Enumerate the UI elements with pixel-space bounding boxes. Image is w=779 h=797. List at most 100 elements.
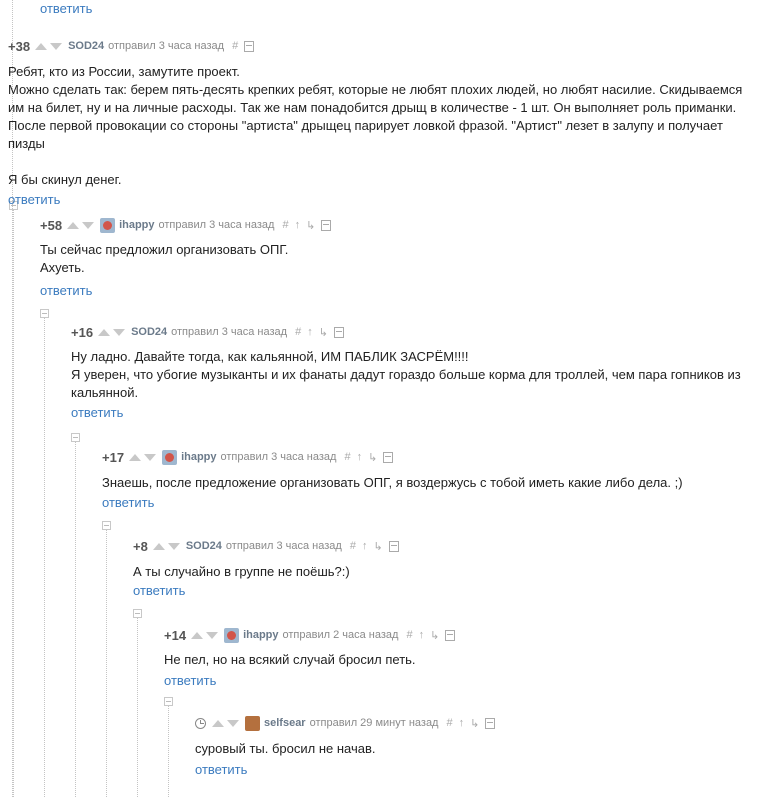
comment-text: Можно сделать так: берем пять-десять кре…: [8, 82, 743, 151]
thread-line: [13, 210, 14, 797]
reply-link[interactable]: ответить: [102, 495, 765, 510]
save-icon[interactable]: [321, 219, 332, 231]
comment: +38 SOD24 отправил 3 часа назад # Ребят,…: [8, 37, 765, 208]
comment-score: +16: [71, 324, 94, 340]
reply-link[interactable]: ответить: [8, 192, 765, 207]
comment-author[interactable]: ihappy: [243, 629, 278, 641]
avatar[interactable]: [245, 715, 260, 731]
comment-header: +8 SOD24 отправил 3 часа назад # ↑ ↳: [133, 537, 765, 555]
comment-score: +14: [164, 627, 187, 643]
hash-link-icon[interactable]: #: [406, 629, 412, 641]
upvote-icon[interactable]: [67, 221, 80, 229]
comment-header: selfsear отправил 29 минут назад # ↑ ↳: [195, 714, 765, 732]
comment-header: +58 ihappy отправил 3 часа назад # ↑ ↳: [40, 216, 765, 234]
comment-author[interactable]: SOD24: [186, 540, 222, 552]
comment-timestamp: отправил 3 часа назад: [108, 40, 225, 52]
downvote-icon[interactable]: [50, 42, 63, 50]
comment-text: Не пел, но на всякий случай бросил петь.: [164, 652, 416, 667]
comment-score: +58: [40, 217, 63, 233]
comment-text: Ахуеть.: [40, 260, 85, 275]
comment-body: Ну ладно. Давайте тогда, как кальянной, …: [71, 348, 765, 402]
avatar[interactable]: [224, 627, 240, 643]
reply-link[interactable]: ответить: [195, 762, 765, 777]
comment-text: Ребят, кто из России, замутите проект.: [8, 64, 240, 79]
hash-link-icon[interactable]: #: [446, 717, 452, 729]
comment-timestamp: отправил 2 часа назад: [282, 629, 399, 641]
comment-author[interactable]: SOD24: [68, 40, 104, 52]
comment-author[interactable]: ihappy: [181, 451, 216, 463]
branch-icon[interactable]: ↳: [430, 629, 439, 642]
comment-text: Знаешь, после предложение организовать О…: [102, 475, 683, 490]
comment-author[interactable]: selfsear: [264, 717, 306, 729]
comment-timestamp: отправил 3 часа назад: [225, 540, 342, 552]
comment-text: А ты случайно в группе не поёшь?:): [133, 564, 350, 579]
comment-text: Ты сейчас предложил организовать ОПГ.: [40, 242, 289, 257]
collapse-icon[interactable]: [40, 309, 49, 318]
comment-text: Ну ладно. Давайте тогда, как кальянной, …: [71, 349, 469, 364]
reply-link[interactable]: ответить: [133, 583, 765, 598]
save-icon[interactable]: [244, 40, 255, 52]
hash-link-icon[interactable]: #: [282, 219, 288, 231]
hash-link-icon[interactable]: #: [232, 40, 238, 52]
parent-link-icon[interactable]: ↑: [362, 540, 368, 552]
reply-link[interactable]: ответить: [164, 673, 765, 688]
upvote-icon[interactable]: [191, 631, 204, 639]
comment-timestamp: отправил 29 минут назад: [309, 717, 439, 729]
reply-link[interactable]: ответить: [40, 1, 92, 16]
hash-link-icon[interactable]: #: [350, 540, 356, 552]
downvote-icon[interactable]: [113, 328, 126, 336]
comment-body: Не пел, но на всякий случай бросил петь.: [164, 651, 765, 669]
comment-text: Я уверен, что убогие музыканты и их фана…: [71, 367, 741, 400]
parent-link-icon[interactable]: ↑: [419, 629, 425, 641]
upvote-icon[interactable]: [129, 453, 142, 461]
parent-link-icon[interactable]: ↑: [295, 219, 301, 231]
parent-link-icon[interactable]: ↑: [459, 717, 465, 729]
reply-link[interactable]: ответить: [71, 405, 765, 420]
comment-header: +14 ihappy отправил 2 часа назад # ↑ ↳: [164, 626, 765, 644]
downvote-icon[interactable]: [144, 453, 157, 461]
upvote-icon[interactable]: [35, 42, 48, 50]
collapse-icon[interactable]: [71, 433, 80, 442]
upvote-icon[interactable]: [98, 328, 111, 336]
branch-icon[interactable]: ↳: [306, 219, 315, 232]
reply-link[interactable]: ответить: [40, 283, 765, 298]
branch-icon[interactable]: ↳: [368, 451, 377, 464]
comment-text: Я бы скинул денег.: [8, 172, 122, 187]
comment-header: +17 ihappy отправил 3 часа назад # ↑ ↳: [102, 448, 765, 466]
clock-icon: [195, 717, 206, 729]
downvote-icon[interactable]: [167, 542, 180, 550]
collapse-icon[interactable]: [164, 697, 173, 706]
upvote-icon[interactable]: [152, 542, 165, 550]
comment: +14 ihappy отправил 2 часа назад # ↑ ↳ Н…: [164, 626, 765, 688]
comment-author[interactable]: SOD24: [131, 326, 167, 338]
avatar[interactable]: [162, 449, 178, 465]
branch-icon[interactable]: ↳: [319, 326, 328, 339]
parent-link-icon[interactable]: ↑: [357, 451, 363, 463]
branch-icon[interactable]: ↳: [470, 717, 479, 730]
thread-line: [44, 318, 45, 797]
hash-link-icon[interactable]: #: [295, 326, 301, 338]
comment: +8 SOD24 отправил 3 часа назад # ↑ ↳ А т…: [133, 537, 765, 598]
thread-line: [137, 618, 138, 797]
comment-header: +38 SOD24 отправил 3 часа назад #: [8, 37, 765, 55]
upvote-icon[interactable]: [212, 719, 224, 727]
parent-link-icon[interactable]: ↑: [307, 326, 313, 338]
comment-text: суровый ты. бросил не начав.: [195, 741, 376, 756]
downvote-icon[interactable]: [227, 719, 239, 727]
comment-body: Знаешь, после предложение организовать О…: [102, 474, 765, 492]
comment-author[interactable]: ihappy: [119, 219, 154, 231]
collapse-icon[interactable]: [133, 609, 142, 618]
save-icon[interactable]: [485, 717, 496, 729]
hash-link-icon[interactable]: #: [344, 451, 350, 463]
branch-icon[interactable]: ↳: [373, 540, 382, 553]
comment-blank-line: [8, 153, 758, 171]
save-icon[interactable]: [388, 540, 399, 552]
save-icon[interactable]: [333, 326, 344, 338]
comment-score: +17: [102, 449, 125, 465]
downvote-icon[interactable]: [82, 221, 95, 229]
save-icon[interactable]: [445, 629, 456, 641]
save-icon[interactable]: [383, 451, 394, 463]
collapse-icon[interactable]: [102, 521, 111, 530]
avatar[interactable]: [100, 217, 116, 233]
downvote-icon[interactable]: [206, 631, 219, 639]
